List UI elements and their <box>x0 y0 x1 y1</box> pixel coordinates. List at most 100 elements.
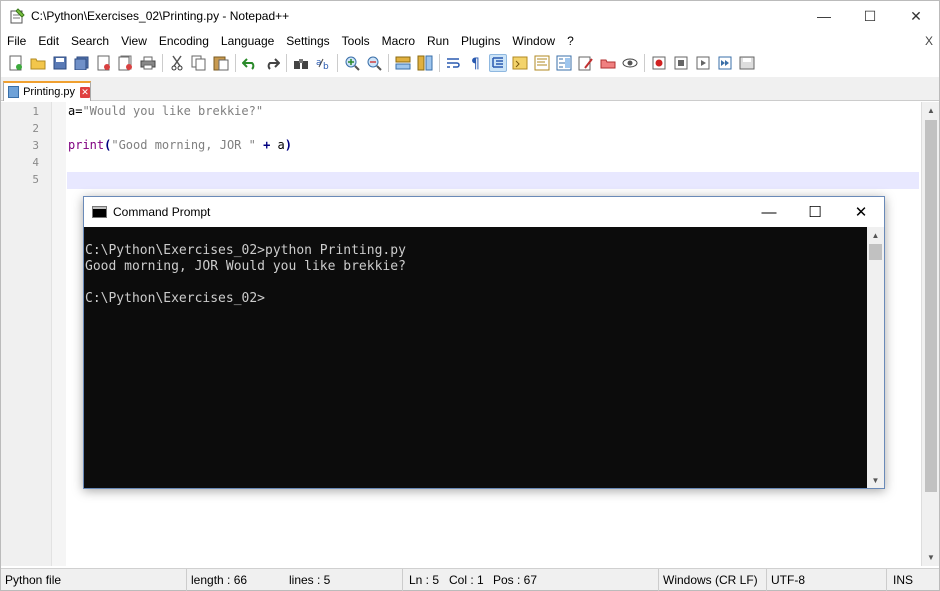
window-title: C:\Python\Exercises_02\Printing.py - Not… <box>31 9 290 23</box>
close-button[interactable]: ✕ <box>893 1 939 31</box>
scroll-up-arrow-icon[interactable]: ▲ <box>867 227 884 243</box>
tab-bar: Printing.py ✕ <box>1 77 939 101</box>
menu-edit[interactable]: Edit <box>32 31 65 51</box>
new-file-icon[interactable] <box>7 54 25 72</box>
code-token: a <box>277 138 285 152</box>
play-macro-icon[interactable] <box>694 54 712 72</box>
menu-view[interactable]: View <box>115 31 153 51</box>
menu-file[interactable]: File <box>1 31 32 51</box>
save-icon[interactable] <box>51 54 69 72</box>
menu-help[interactable]: ? <box>561 31 580 51</box>
line-number: 2 <box>32 122 39 135</box>
toolbar-separator <box>337 54 338 72</box>
menu-settings[interactable]: Settings <box>280 31 335 51</box>
find-icon[interactable] <box>292 54 310 72</box>
folder-workspace-icon[interactable] <box>577 54 595 72</box>
undo-icon[interactable] <box>241 54 259 72</box>
status-eol[interactable]: Windows (CR LF) <box>659 568 767 591</box>
status-encoding[interactable]: UTF-8 <box>767 568 887 591</box>
code-operator: ) <box>284 138 293 152</box>
code-string: "Good morning, JOR " <box>111 138 256 152</box>
close-icon[interactable] <box>95 54 113 72</box>
menu-plugins[interactable]: Plugins <box>455 31 506 51</box>
cmd-maximize-button[interactable]: ☐ <box>792 197 838 227</box>
toolbar-separator <box>286 54 287 72</box>
stop-macro-icon[interactable] <box>672 54 690 72</box>
close-all-icon[interactable] <box>117 54 135 72</box>
cmd-window-title: Command Prompt <box>113 205 211 219</box>
save-all-icon[interactable] <box>73 54 91 72</box>
menu-macro[interactable]: Macro <box>376 31 421 51</box>
console-line: C:\Python\Exercises_02>python Printing.p… <box>85 243 406 258</box>
toolbar-separator <box>388 54 389 72</box>
line-number: 3 <box>32 139 39 152</box>
scroll-down-arrow-icon[interactable]: ▼ <box>922 549 940 566</box>
status-file-type: Python file <box>1 568 187 591</box>
console-prompt: C:\Python\Exercises_02> <box>85 291 266 306</box>
line-number: 1 <box>32 105 39 118</box>
run-macro-multiple-icon[interactable] <box>716 54 734 72</box>
scroll-up-arrow-icon[interactable]: ▲ <box>922 102 940 119</box>
word-wrap-icon[interactable] <box>445 54 463 72</box>
menu-language[interactable]: Language <box>215 31 280 51</box>
npp-window-controls: — ☐ ✕ <box>801 1 939 31</box>
cmd-vertical-scrollbar[interactable]: ▲ ▼ <box>867 227 884 488</box>
menu-window[interactable]: Window <box>506 31 561 51</box>
scroll-down-arrow-icon[interactable]: ▼ <box>867 472 884 488</box>
language-icon[interactable] <box>511 54 529 72</box>
menu-bar: File Edit Search View Encoding Language … <box>1 31 939 51</box>
show-all-chars-icon[interactable]: ¶ <box>467 54 485 72</box>
code-line-3: print("Good morning, JOR " + a) <box>68 138 292 152</box>
save-macro-icon[interactable] <box>738 54 756 72</box>
minimize-button[interactable]: — <box>801 1 847 31</box>
fold-margin <box>51 102 66 566</box>
zoom-out-icon[interactable] <box>365 54 383 72</box>
status-pos: Pos : 67 <box>489 568 659 591</box>
code-string: "Would you like brekkie?" <box>82 104 264 118</box>
toolbar: ab ¶ <box>1 51 939 75</box>
scrollbar-thumb[interactable] <box>869 244 882 260</box>
toolbar-separator <box>644 54 645 72</box>
tab-printing-py[interactable]: Printing.py ✕ <box>3 81 91 101</box>
replace-icon[interactable]: ab <box>314 54 332 72</box>
status-col: Col : 1 <box>449 572 484 587</box>
command-prompt-window[interactable]: Command Prompt — ☐ ✕ C:\Python\Exercises… <box>83 196 885 489</box>
npp-titlebar[interactable]: C:\Python\Exercises_02\Printing.py - Not… <box>1 1 939 31</box>
doc-map-icon[interactable] <box>533 54 551 72</box>
code-keyword: print <box>68 138 105 152</box>
record-macro-icon[interactable] <box>650 54 668 72</box>
cmd-close-button[interactable]: ✕ <box>838 197 884 227</box>
editor-vertical-scrollbar[interactable]: ▲ ▼ <box>921 102 939 566</box>
current-line-highlight <box>67 172 919 189</box>
open-file-icon[interactable] <box>29 54 47 72</box>
cmd-titlebar[interactable]: Command Prompt — ☐ ✕ <box>84 197 884 227</box>
menu-tools[interactable]: Tools <box>336 31 376 51</box>
cmd-minimize-button[interactable]: — <box>746 197 792 227</box>
redo-icon[interactable] <box>263 54 281 72</box>
function-list-icon[interactable] <box>555 54 573 72</box>
cmd-window-controls: — ☐ ✕ <box>746 197 884 227</box>
eye-icon[interactable] <box>621 54 639 72</box>
monitoring-icon[interactable] <box>599 54 617 72</box>
menu-run[interactable]: Run <box>421 31 455 51</box>
menu-encoding[interactable]: Encoding <box>153 31 215 51</box>
status-lines: lines : 5 <box>285 568 403 591</box>
maximize-button[interactable]: ☐ <box>847 1 893 31</box>
sync-vertical-icon[interactable] <box>394 54 412 72</box>
close-document-button[interactable]: X <box>925 31 933 51</box>
print-icon[interactable] <box>139 54 157 72</box>
zoom-in-icon[interactable] <box>343 54 361 72</box>
paste-icon[interactable] <box>212 54 230 72</box>
console-output[interactable]: C:\Python\Exercises_02>python Printing.p… <box>84 227 867 488</box>
cut-icon[interactable] <box>168 54 186 72</box>
menu-search[interactable]: Search <box>65 31 115 51</box>
indent-guide-icon[interactable] <box>489 54 507 72</box>
sync-horizontal-icon[interactable] <box>416 54 434 72</box>
tab-close-icon[interactable]: ✕ <box>80 86 90 98</box>
console-line: Good morning, JOR Would you like brekkie… <box>85 259 406 274</box>
saved-file-icon <box>8 86 20 98</box>
copy-icon[interactable] <box>190 54 208 72</box>
scrollbar-thumb[interactable] <box>925 120 937 492</box>
code-token: a= <box>68 104 83 118</box>
